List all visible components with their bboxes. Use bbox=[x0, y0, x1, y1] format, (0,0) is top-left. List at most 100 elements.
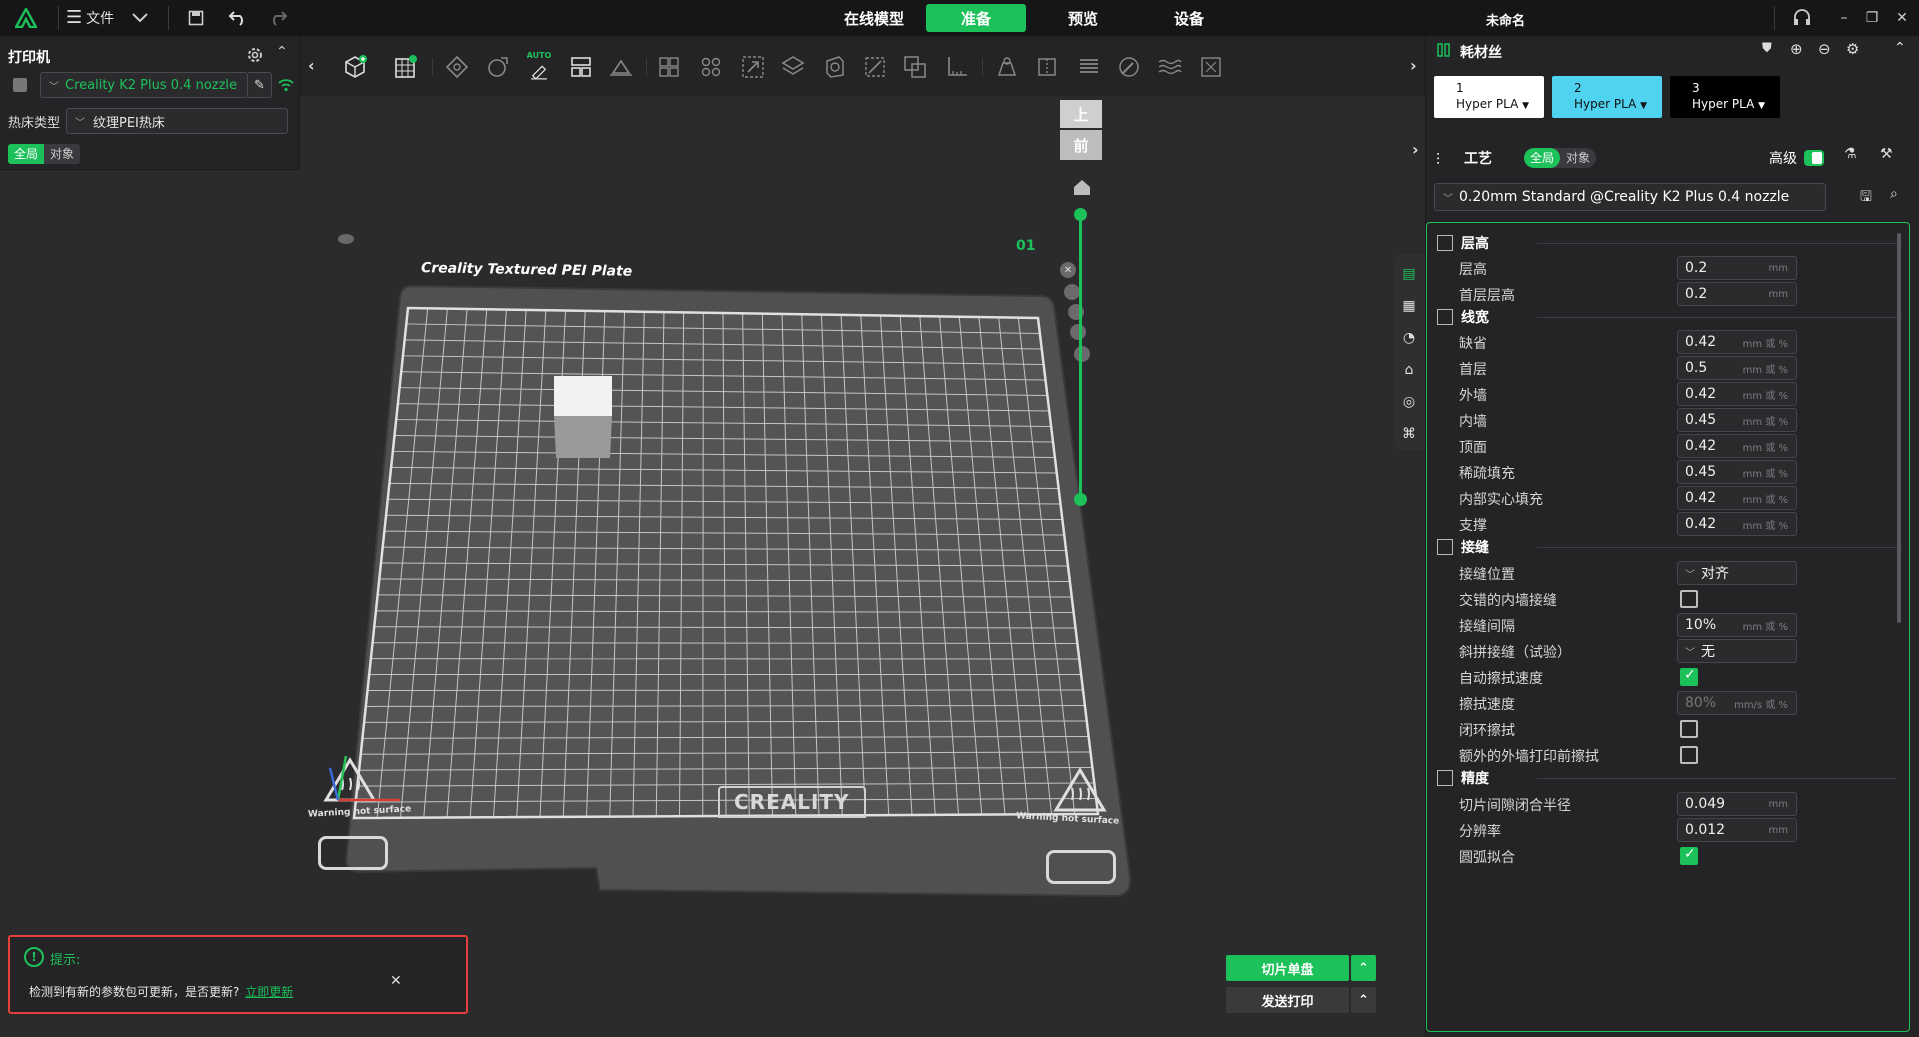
auto-orient-icon[interactable] bbox=[482, 50, 516, 84]
add-filament-icon[interactable]: ⊕ bbox=[1790, 40, 1803, 58]
chevron-down-icon[interactable] bbox=[128, 6, 152, 30]
plate-arrange-icon[interactable] bbox=[1064, 284, 1080, 300]
section-precision[interactable]: 精度 bbox=[1437, 766, 1489, 790]
setting-input[interactable]: 0.5 mm 或 % bbox=[1677, 356, 1797, 380]
arrange-icon[interactable] bbox=[564, 50, 598, 84]
setting-select[interactable]: ﹀ 对齐 bbox=[1677, 561, 1797, 585]
3d-viewport[interactable]: Creality Textured PEI Plate 01 CREALITY … bbox=[300, 96, 1425, 1037]
process-scope-object[interactable]: 对象 bbox=[1560, 148, 1596, 168]
color-paint-icon[interactable] bbox=[1112, 50, 1146, 84]
bed-type-select[interactable]: ﹀ 纹理PEI热床 bbox=[66, 108, 288, 134]
process-scope-global[interactable]: 全局 bbox=[1524, 148, 1561, 168]
section-line-width[interactable]: 线宽 bbox=[1437, 305, 1489, 329]
restore-button[interactable]: ❐ bbox=[1862, 8, 1882, 28]
scope-object[interactable]: 对象 bbox=[44, 144, 80, 164]
layer-slider-track[interactable] bbox=[1079, 214, 1082, 499]
tab-device[interactable]: 设备 bbox=[1156, 4, 1222, 32]
add-plate-icon[interactable] bbox=[388, 50, 422, 84]
add-model-icon[interactable] bbox=[338, 50, 372, 84]
cut-icon[interactable] bbox=[776, 50, 810, 84]
collapse-icon[interactable]: ⌃ bbox=[276, 44, 288, 60]
compare-presets-icon[interactable]: ⚗ bbox=[1844, 146, 1857, 162]
setting-input[interactable]: 0.42 mm 或 % bbox=[1677, 486, 1797, 510]
close-button[interactable]: ✕ bbox=[1892, 8, 1912, 28]
process-scope-toggle[interactable]: 全局 对象 bbox=[1524, 148, 1597, 168]
scale-icon[interactable] bbox=[736, 50, 770, 84]
boolean-icon[interactable] bbox=[898, 50, 932, 84]
scope-global[interactable]: 全局 bbox=[8, 144, 45, 164]
category-others-icon[interactable]: ◎ bbox=[1395, 388, 1423, 416]
filament-collapse-icon[interactable]: ⌃ bbox=[1894, 40, 1906, 56]
split-objects-icon[interactable] bbox=[652, 50, 686, 84]
setting-input[interactable]: 0.012 mm bbox=[1677, 818, 1797, 842]
toolbar-scroll-left-icon[interactable]: ‹ bbox=[308, 56, 315, 75]
slice-options-chevron-icon[interactable]: ⌃ bbox=[1351, 955, 1376, 981]
search-settings-icon[interactable]: ⌕ bbox=[1890, 186, 1898, 202]
category-support-icon[interactable]: ⌂ bbox=[1395, 356, 1423, 384]
brim-ears-icon[interactable] bbox=[990, 50, 1024, 84]
seam-paint-icon[interactable] bbox=[1030, 50, 1064, 84]
printer-scope-toggle[interactable]: 全局 对象 bbox=[8, 144, 81, 164]
layer-range-icon[interactable] bbox=[1072, 50, 1106, 84]
setting-checkbox[interactable] bbox=[1680, 746, 1698, 764]
setting-input[interactable]: 0.45 mm 或 % bbox=[1677, 408, 1797, 432]
printer-select[interactable]: ﹀ Creality K2 Plus 0.4 nozzle bbox=[40, 72, 248, 98]
setting-input[interactable]: 0.45 mm 或 % bbox=[1677, 460, 1797, 484]
support-headset-icon[interactable] bbox=[1790, 6, 1814, 30]
printer-settings-gear-icon[interactable] bbox=[246, 46, 264, 64]
layer-slider-bottom-handle[interactable] bbox=[1074, 493, 1087, 506]
hollow-icon[interactable] bbox=[818, 50, 852, 84]
filament-sync-icon[interactable]: ⛊ bbox=[1762, 41, 1772, 56]
setting-checkbox[interactable] bbox=[1680, 667, 1698, 686]
section-seam[interactable]: 接缝 bbox=[1437, 535, 1489, 559]
tab-online-models[interactable]: 在线模型 bbox=[826, 4, 922, 32]
tab-preview[interactable]: 预览 bbox=[1050, 4, 1116, 32]
minimize-button[interactable]: – bbox=[1834, 8, 1854, 28]
setting-input[interactable]: 0.2 mm bbox=[1677, 256, 1797, 280]
plate-edit-icon[interactable] bbox=[338, 234, 354, 244]
tab-prepare[interactable]: 准备 bbox=[926, 4, 1026, 32]
setting-input[interactable]: 0.2 mm bbox=[1677, 282, 1797, 306]
edit-printer-icon[interactable]: ✎ bbox=[248, 72, 272, 98]
setting-checkbox[interactable] bbox=[1680, 846, 1698, 865]
send-print-button[interactable]: 发送打印 bbox=[1226, 987, 1349, 1013]
toolbar-scroll-right-icon[interactable]: › bbox=[1410, 56, 1417, 75]
category-speed-icon[interactable]: ◔ bbox=[1395, 324, 1423, 352]
filament-settings-gear-icon[interactable]: ⚙ bbox=[1846, 40, 1859, 58]
filament-slot-1[interactable]: 1 Hyper PLA ▼ bbox=[1434, 76, 1544, 118]
save-icon[interactable] bbox=[184, 6, 208, 30]
view-cube-top[interactable]: 上 bbox=[1060, 100, 1102, 128]
setting-input[interactable]: 0.42 mm 或 % bbox=[1677, 330, 1797, 354]
panel-collapse-arrow-icon[interactable]: › bbox=[1412, 140, 1419, 159]
measure-icon[interactable] bbox=[940, 50, 974, 84]
category-strength-icon[interactable]: ▦ bbox=[1395, 292, 1423, 320]
setting-input[interactable]: 0.42 mm 或 % bbox=[1677, 512, 1797, 536]
setting-checkbox[interactable] bbox=[1680, 720, 1698, 738]
undo-icon[interactable] bbox=[226, 6, 250, 30]
split-parts-icon[interactable] bbox=[694, 50, 728, 84]
setting-checkbox[interactable] bbox=[1680, 590, 1698, 608]
wifi-icon[interactable] bbox=[278, 78, 294, 96]
file-menu[interactable]: ☰ 文件 bbox=[66, 7, 114, 28]
layer-slider-top-handle[interactable] bbox=[1074, 208, 1087, 221]
remove-filament-icon[interactable]: ⊖ bbox=[1818, 40, 1831, 58]
plate-close-icon[interactable]: ✕ bbox=[1060, 262, 1076, 278]
support-paint-icon[interactable] bbox=[858, 50, 892, 84]
setting-input[interactable]: 0.42 mm 或 % bbox=[1677, 382, 1797, 406]
category-multimaterial-icon[interactable]: ⌘ bbox=[1395, 420, 1423, 448]
plate-lock-icon[interactable] bbox=[1070, 324, 1086, 340]
view-cube[interactable]: 上 前 bbox=[1060, 100, 1102, 160]
send-options-chevron-icon[interactable]: ⌃ bbox=[1351, 987, 1376, 1013]
auto-arrange-icon[interactable]: AUTO bbox=[522, 50, 556, 84]
setting-input[interactable]: 0.42 mm 或 % bbox=[1677, 434, 1797, 458]
advanced-toggle[interactable] bbox=[1804, 150, 1824, 166]
setting-input[interactable]: 0.049 mm bbox=[1677, 792, 1797, 816]
orient-icon[interactable] bbox=[440, 50, 474, 84]
notification-close-icon[interactable]: ✕ bbox=[390, 973, 402, 989]
update-now-link[interactable]: 立即更新 bbox=[245, 985, 293, 999]
setting-select[interactable]: ﹀ 无 bbox=[1677, 639, 1797, 663]
cube-model[interactable] bbox=[552, 374, 616, 464]
view-cube-front[interactable]: 前 bbox=[1060, 130, 1102, 160]
plate-settings-icon[interactable] bbox=[1074, 346, 1090, 362]
section-layer-height[interactable]: 层高 bbox=[1437, 231, 1489, 255]
